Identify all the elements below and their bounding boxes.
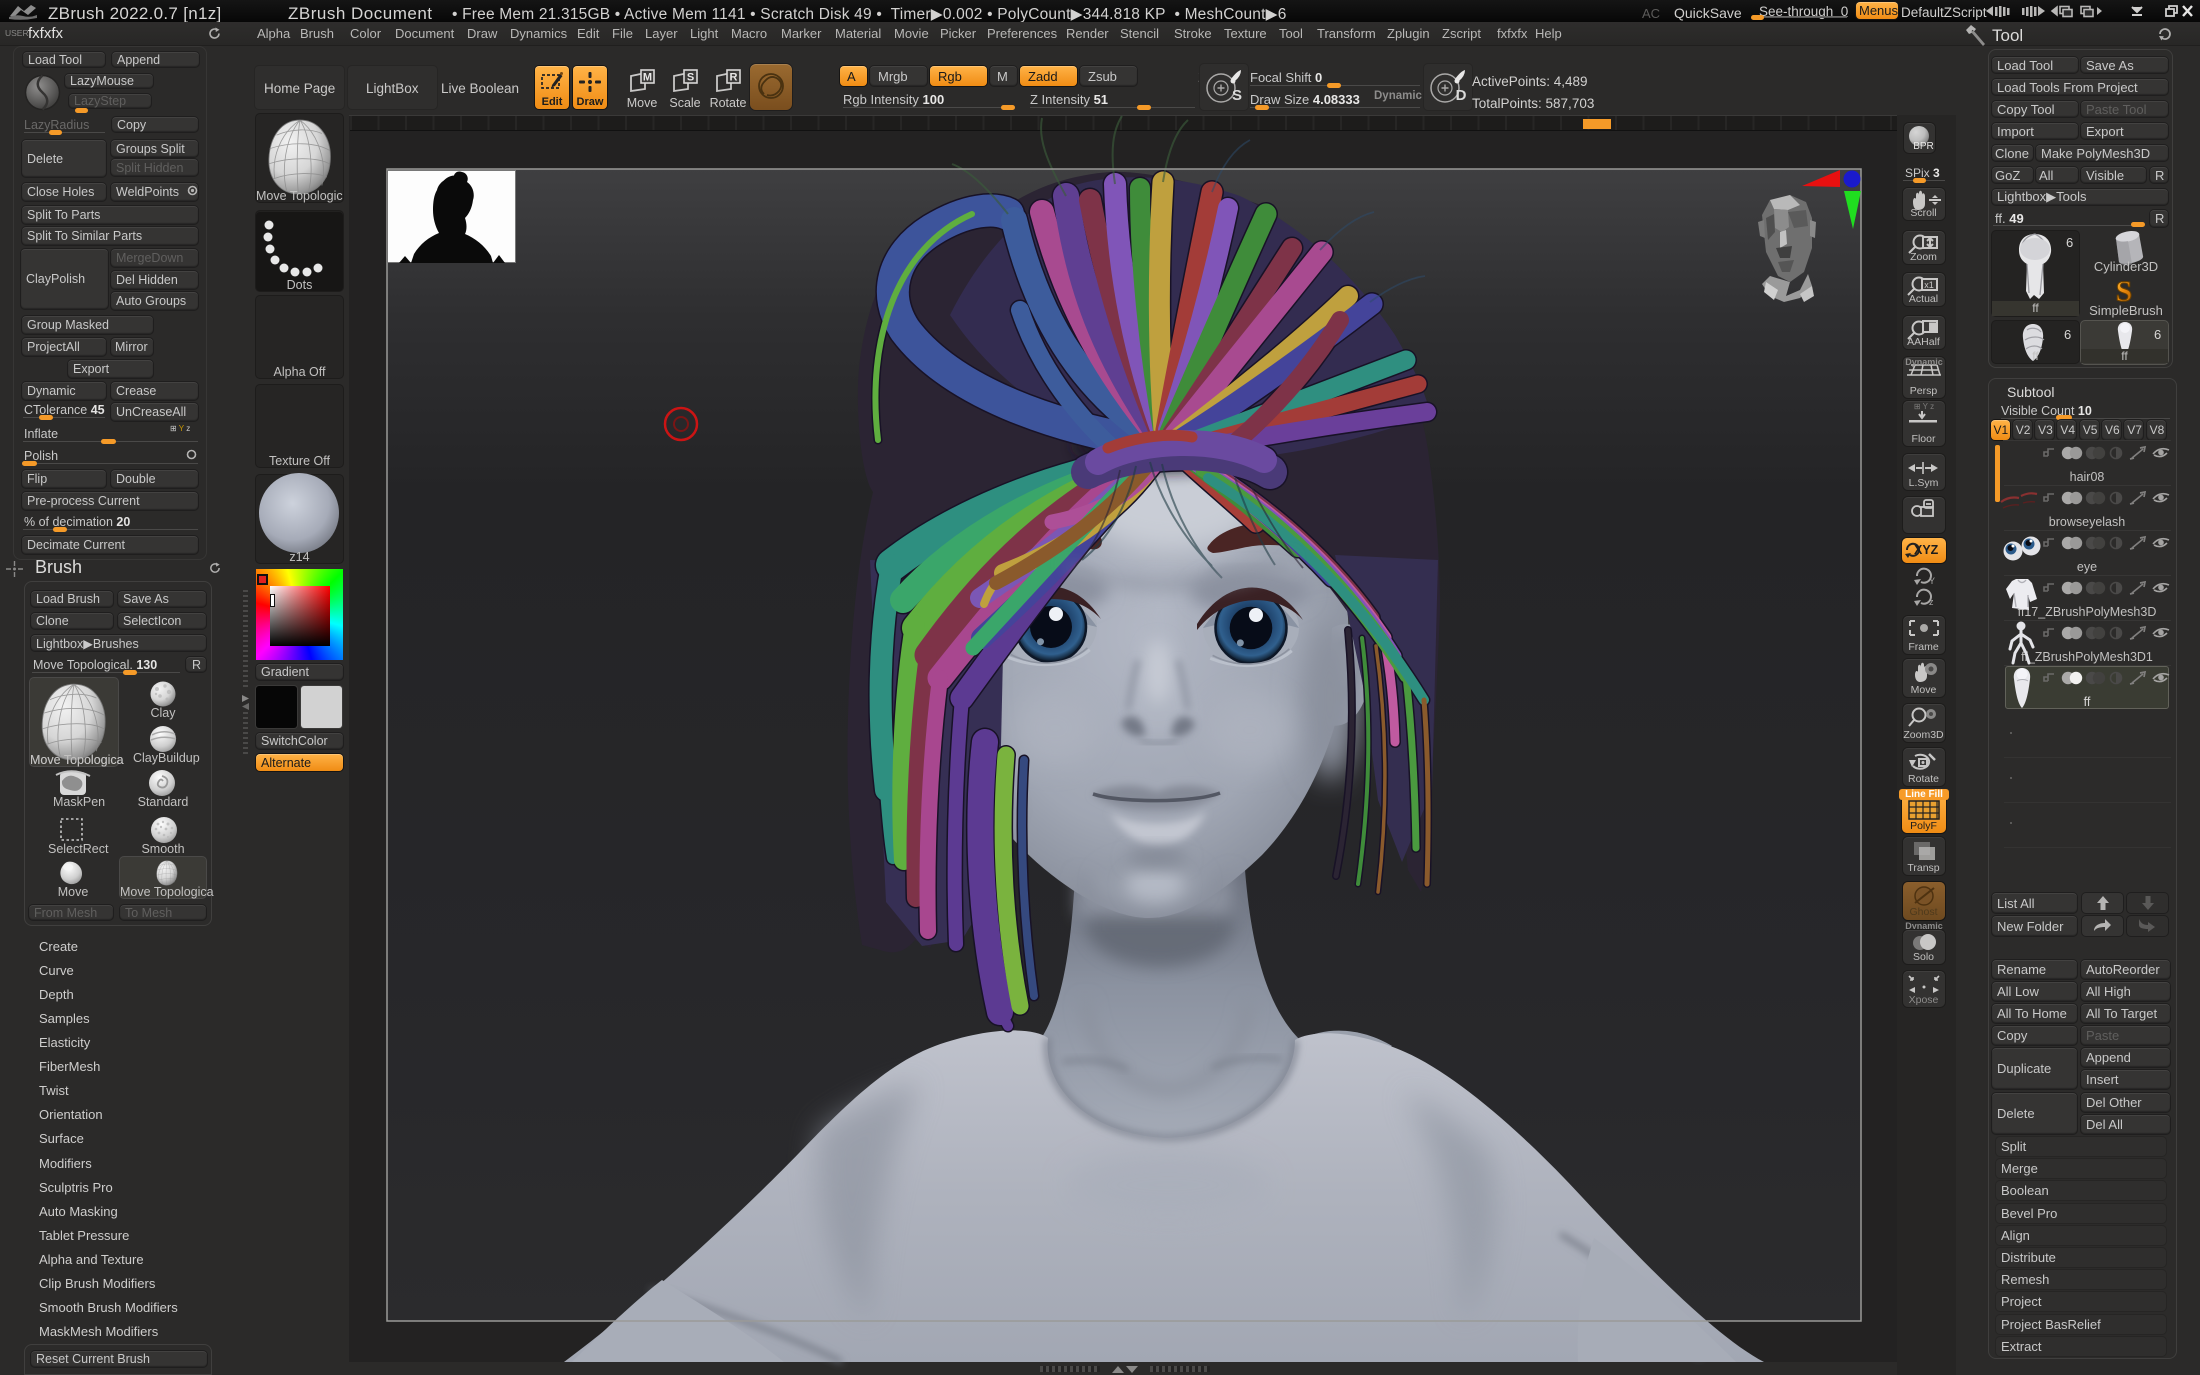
svg-text:D: D [1456, 87, 1467, 104]
svg-text:M: M [643, 72, 652, 84]
svg-text:S: S [1232, 87, 1242, 104]
svg-text:x1: x1 [1924, 280, 1934, 290]
svg-text:R: R [730, 72, 738, 84]
svg-text:z: z [1929, 597, 1934, 607]
svg-text:Y: Y [1929, 576, 1935, 586]
svg-text:S: S [687, 72, 694, 84]
